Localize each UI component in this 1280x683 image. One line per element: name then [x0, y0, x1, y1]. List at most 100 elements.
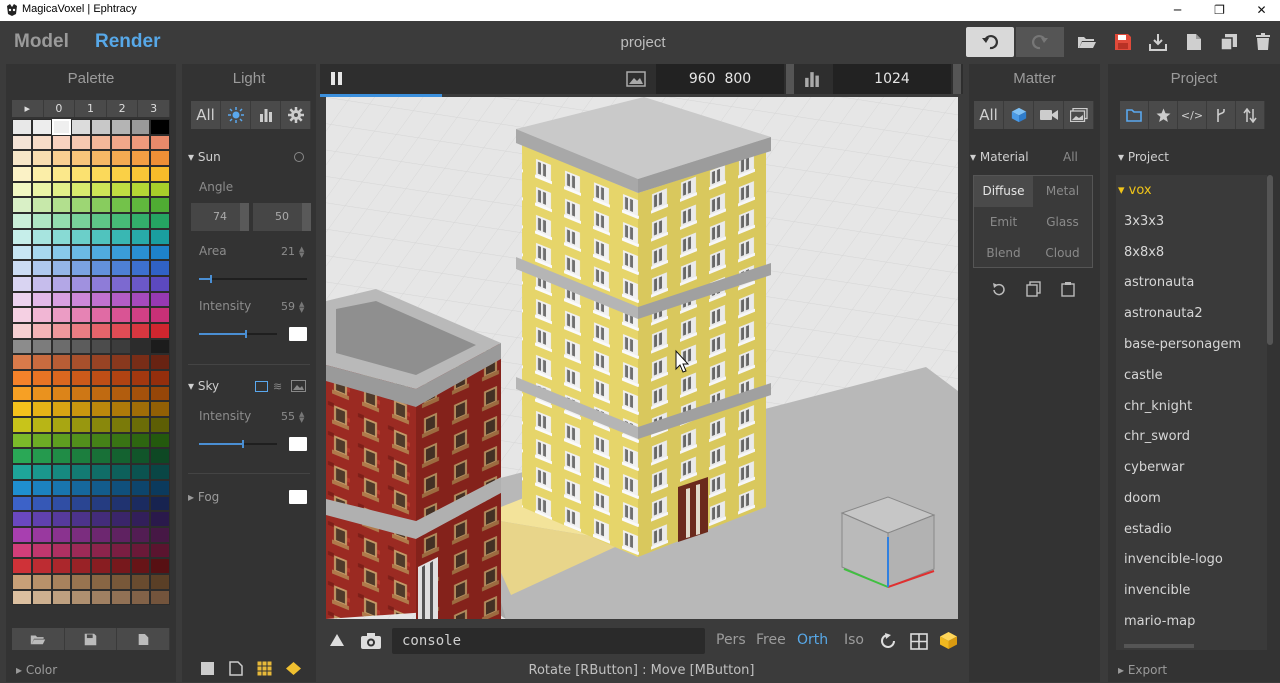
palette-color-cell[interactable] [150, 495, 170, 512]
palette-color-cell[interactable] [91, 228, 111, 245]
sun-intensity-stepper[interactable]: ▲ ▼ [299, 301, 304, 314]
palette-color-cell[interactable] [51, 166, 72, 182]
camera-mode-iso[interactable]: Iso [844, 632, 864, 648]
palette-color-cell[interactable] [130, 166, 151, 182]
new-file-button[interactable] [1177, 27, 1211, 57]
material-cloud[interactable]: Cloud [1033, 238, 1092, 269]
project-favorite-button[interactable] [1149, 101, 1178, 129]
palette-color-cell[interactable] [12, 150, 32, 167]
samples-field-handle[interactable] [953, 64, 961, 94]
palette-color-cell[interactable] [91, 260, 111, 276]
export-button[interactable] [1141, 27, 1175, 57]
palette-color-cell[interactable] [150, 338, 170, 355]
palette-color-cell[interactable] [51, 417, 72, 433]
material-emit[interactable]: Emit [974, 207, 1033, 238]
matter-filter-camera[interactable] [1034, 101, 1064, 129]
palette-color-cell[interactable] [12, 244, 32, 261]
palette-color-cell[interactable] [31, 511, 52, 527]
sky-image-icon[interactable] [291, 380, 306, 392]
project-folder-vox[interactable]: ▾ vox [1118, 183, 1152, 198]
palette-color-cell[interactable] [12, 432, 32, 449]
palette-color-cell[interactable] [71, 197, 91, 214]
palette-color-cell[interactable] [71, 495, 91, 512]
palette-color-cell[interactable] [130, 464, 151, 480]
matter-filter-voxel[interactable] [1004, 101, 1034, 129]
palette-color-cell[interactable] [51, 260, 72, 276]
palette-color-cell[interactable] [31, 432, 52, 449]
palette-color-cell[interactable] [12, 448, 32, 465]
minimize-icon[interactable]: ─ [1155, 0, 1200, 21]
palette-color-cell[interactable] [150, 275, 170, 292]
light-filter-all[interactable]: All [191, 101, 221, 129]
palette-color-cell[interactable] [130, 479, 151, 496]
light-shape-icon[interactable] [286, 662, 301, 675]
sky-intensity-slider[interactable] [199, 440, 277, 448]
sky-uniform-icon[interactable] [255, 381, 268, 392]
palette-color-cell[interactable] [31, 119, 52, 135]
list-item[interactable]: chr_sword [1124, 429, 1190, 444]
sun-toggle-icon[interactable] [294, 152, 304, 162]
palette-color-cell[interactable] [110, 511, 131, 527]
model-mode-tab[interactable]: Model [14, 31, 69, 53]
palette-color-cell[interactable] [110, 228, 131, 245]
palette-color-cell[interactable] [150, 322, 170, 339]
sky-section-title[interactable]: ▾ Sky [188, 379, 219, 393]
palette-color-cell[interactable] [91, 526, 111, 543]
palette-color-cell[interactable] [31, 464, 52, 480]
palette-color-cell[interactable] [12, 275, 32, 292]
palette-color-cell[interactable] [12, 401, 32, 418]
angle-input-1[interactable]: 74 [191, 203, 249, 231]
palette-color-cell[interactable] [12, 166, 32, 182]
palette-color-cell[interactable] [130, 181, 151, 198]
palette-color-cell[interactable] [31, 417, 52, 433]
list-item[interactable]: 8x8x8 [1124, 245, 1164, 260]
palette-color-cell[interactable] [130, 495, 151, 512]
palette-color-cell[interactable] [150, 291, 170, 308]
palette-color-cell[interactable] [130, 401, 151, 418]
palette-color-cell[interactable] [71, 401, 91, 418]
palette-color-cell[interactable] [71, 370, 91, 386]
palette-color-cell[interactable] [110, 464, 131, 480]
light-page-icon[interactable] [229, 661, 243, 676]
palette-color-cell[interactable] [31, 275, 52, 292]
palette-color-cell[interactable] [91, 464, 111, 480]
palette-color-cell[interactable] [51, 244, 72, 261]
palette-color-cell[interactable] [51, 511, 72, 527]
palette-color-cell[interactable] [71, 573, 91, 590]
matter-filter-image[interactable] [1064, 101, 1094, 129]
sun-section-title[interactable]: ▾ Sun [188, 150, 221, 164]
palette-color-cell[interactable] [130, 291, 151, 308]
delete-button[interactable] [1246, 27, 1280, 57]
palette-color-cell[interactable] [91, 134, 111, 151]
list-item[interactable]: cyberwar [1124, 460, 1184, 475]
palette-color-cell[interactable] [31, 197, 52, 214]
palette-color-cell[interactable] [51, 150, 72, 167]
export-section-toggle[interactable]: ▸ Export [1118, 663, 1167, 677]
palette-color-cell[interactable] [91, 370, 111, 386]
palette-color-cell[interactable] [71, 181, 91, 198]
palette-color-cell[interactable] [12, 134, 32, 151]
palette-color-cell[interactable] [12, 338, 32, 355]
palette-color-cell[interactable] [110, 526, 131, 543]
palette-color-cell[interactable] [31, 213, 52, 229]
palette-color-cell[interactable] [12, 589, 32, 606]
palette-color-cell[interactable] [31, 370, 52, 386]
palette-color-cell[interactable] [71, 464, 91, 480]
palette-color-cell[interactable] [71, 166, 91, 182]
render-width[interactable]: 960 [689, 71, 716, 87]
palette-color-cell[interactable] [71, 150, 91, 167]
palette-color-cell[interactable] [71, 417, 91, 433]
render-size-field[interactable]: 960 800 [656, 64, 784, 94]
palette-color-cell[interactable] [130, 134, 151, 151]
palette-color-cell[interactable] [71, 134, 91, 151]
palette-color-cell[interactable] [150, 181, 170, 198]
project-section-title[interactable]: ▾ Project [1118, 150, 1169, 164]
palette-color-cell[interactable] [71, 213, 91, 229]
palette-color-cell[interactable] [110, 589, 131, 606]
palette-color-cell[interactable] [130, 526, 151, 543]
matter-filter-all[interactable]: All [974, 101, 1004, 129]
palette-color-cell[interactable] [91, 542, 111, 559]
palette-color-cell[interactable] [51, 307, 72, 323]
palette-tab-2[interactable]: 2 [106, 100, 139, 117]
camera-icon[interactable] [360, 632, 382, 650]
